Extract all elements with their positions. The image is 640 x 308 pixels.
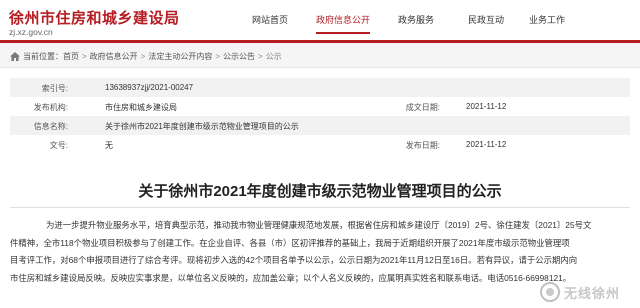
main-nav: 网站首页 政府信息公开 政务服务 民政互动 业务工作 [232, 0, 640, 40]
watermark-text: 无线徐州 [564, 285, 621, 301]
breadcrumb-separator: > [258, 52, 263, 61]
site-title[interactable]: 徐州市住房和城乡建设局 [9, 7, 180, 28]
article-body: 为进一步提升物业服务水平，培育典型示范，推动我市物业管理健康规范地发展，根据省住… [10, 217, 630, 287]
index-label: 索引号: [41, 84, 68, 93]
published-date-value: 2021-11-12 [466, 140, 507, 149]
title-divider [10, 207, 630, 208]
created-date-label: 成文日期: [405, 103, 440, 112]
body-line: 目考评工作，对68个申报项目进行了综合考评。现将初步入选的42个项目名单予以公示… [10, 255, 578, 265]
breadcrumb-separator: > [82, 52, 87, 61]
breadcrumb-separator: > [215, 52, 221, 61]
nav-item-services[interactable]: 政务服务 [398, 13, 434, 26]
breadcrumb-announcements[interactable]: 公示公告 [223, 51, 255, 62]
nav-item-business[interactable]: 业务工作 [529, 13, 565, 26]
info-row-docno: 文号: 无 发布日期: 2021-11-12 [10, 135, 630, 154]
info-row-index: 索引号: 13638937zjj/2021-00247 [10, 78, 630, 97]
article-title: 关于徐州市2021年度创建市级示范物业管理项目的公示 [138, 183, 502, 200]
index-value: 13638937zjj/2021-00247 [105, 83, 194, 92]
nav-item-interaction[interactable]: 民政互动 [468, 13, 504, 26]
info-name-label: 信息名称: [33, 122, 68, 131]
nav-item-home[interactable]: 网站首页 [252, 13, 288, 26]
breadcrumb-statutory[interactable]: 法定主动公开内容 [148, 51, 212, 62]
watermark-logo-icon [540, 282, 560, 302]
body-line: 市住房和城乡建设局反映。反映应实事求是，以单位名义反映的，应加盖公章；以个人名义… [10, 272, 572, 283]
nav-item-gov-info[interactable]: 政府信息公开 [316, 13, 370, 26]
doc-number-label: 文号: [49, 141, 68, 150]
publisher-value: 市住房和城乡建设局 [105, 103, 177, 112]
breadcrumb-gov-info[interactable]: 政府信息公开 [90, 51, 138, 62]
body-line: 件精神，全市118个物业项目积极参与了创建工作。在企业自评、各县（市）区初评推荐… [10, 237, 570, 248]
site-header: 徐州市住房和城乡建设局 zj.xz.gov.cn 网站首页 政府信息公开 政务服… [0, 0, 640, 40]
breadcrumb-current[interactable]: 公示 [266, 51, 282, 62]
doc-number-value: 无 [105, 141, 113, 150]
breadcrumb: 当前位置： 首页 > 政府信息公开 > 法定主动公开内容 > 公示公告 > 公示 [0, 43, 640, 68]
published-date-label: 发布日期: [405, 141, 440, 150]
info-name-value: 关于徐州市2021年度创建市级示范物业管理项目的公示 [105, 122, 299, 131]
body-line: 为进一步提升物业服务水平，培育典型示范，推动我市物业管理健康规范地发展，根据省住… [46, 220, 592, 230]
created-date-value: 2021-11-12 [466, 102, 507, 111]
site-url: zj.xz.gov.cn [9, 27, 53, 37]
breadcrumb-home[interactable]: 首页 [63, 51, 79, 62]
breadcrumb-separator: > [140, 52, 146, 61]
breadcrumb-prefix: 当前位置： [23, 52, 63, 61]
active-nav-underline [316, 32, 370, 34]
watermark: 无线徐州 [540, 276, 640, 308]
home-icon [10, 52, 20, 61]
info-row-name: 信息名称: 关于徐州市2021年度创建市级示范物业管理项目的公示 [10, 116, 630, 135]
info-row-publisher: 发布机构: 市住房和城乡建设局 成文日期: 2021-11-12 [10, 97, 630, 116]
publisher-label: 发布机构: [33, 103, 68, 112]
